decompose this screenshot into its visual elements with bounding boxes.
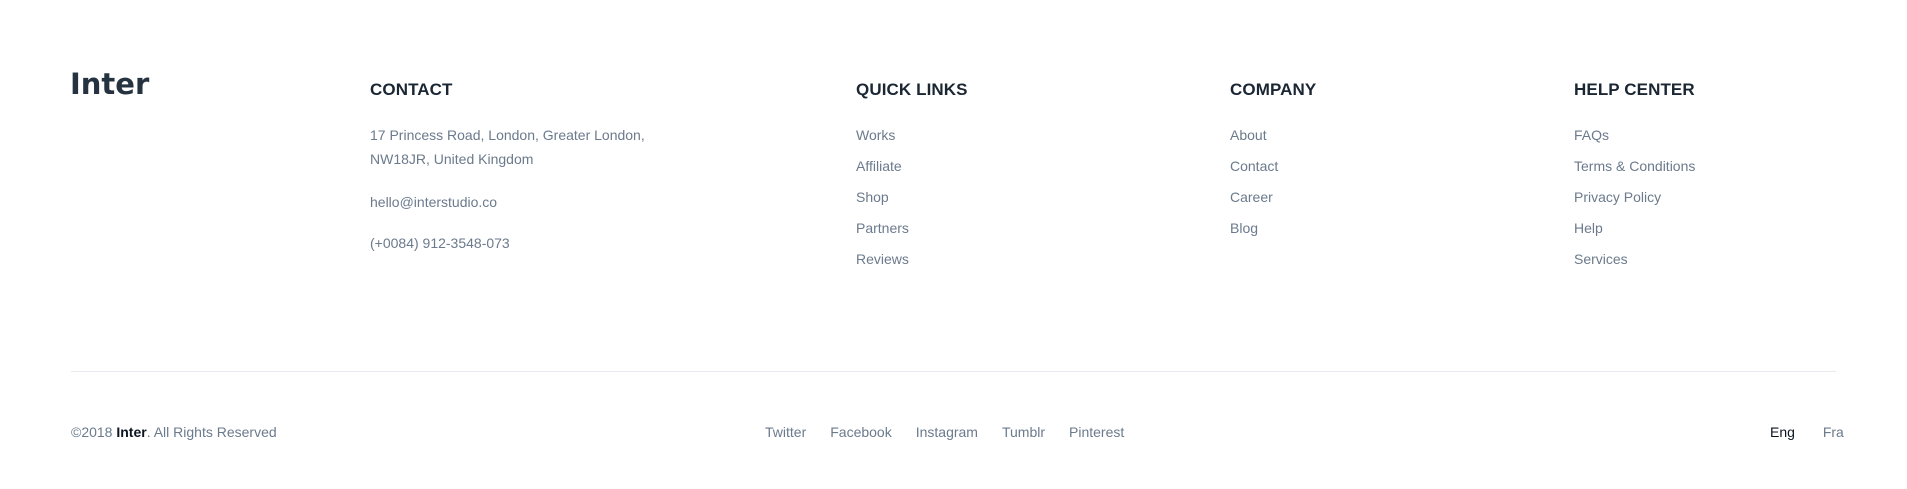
social-link-tumblr[interactable]: Tumblr <box>1002 424 1045 440</box>
quick-link-works[interactable]: Works <box>856 127 909 158</box>
address-line-1: 17 Princess Road, London, Greater London… <box>370 127 645 143</box>
help-center-heading: HELP CENTER <box>1574 80 1695 99</box>
company-links-list: About Contact Career Blog <box>1230 127 1278 251</box>
quick-link-affiliate[interactable]: Affiliate <box>856 158 909 189</box>
help-link-faqs[interactable]: FAQs <box>1574 127 1695 158</box>
company-heading: COMPANY <box>1230 80 1317 99</box>
help-center-links-list: FAQs Terms & Conditions Privacy Policy H… <box>1574 127 1695 282</box>
contact-email[interactable]: hello@interstudio.co <box>370 190 497 214</box>
company-link-blog[interactable]: Blog <box>1230 220 1278 251</box>
social-links: Twitter Facebook Instagram Tumblr Pinterest <box>765 424 1124 441</box>
address-line-2: NW18JR, United Kingdom <box>370 151 534 167</box>
help-center-column: HELP CENTER FAQs Terms & Conditions Priv… <box>1574 80 1695 267</box>
contact-column: CONTACT 17 Princess Road, London, Greate… <box>370 80 645 251</box>
company-link-contact[interactable]: Contact <box>1230 158 1278 189</box>
contact-phone[interactable]: (+0084) 912-3548-073 <box>370 231 510 255</box>
brand-logo[interactable]: Inter <box>70 70 149 99</box>
company-link-about[interactable]: About <box>1230 127 1278 158</box>
company-column: COMPANY About Contact Career Blog <box>1230 80 1317 236</box>
social-link-pinterest[interactable]: Pinterest <box>1069 424 1124 440</box>
help-link-terms[interactable]: Terms & Conditions <box>1574 158 1695 189</box>
help-link-help[interactable]: Help <box>1574 220 1695 251</box>
language-option-fra[interactable]: Fra <box>1823 424 1844 440</box>
quick-links-column: QUICK LINKS Works Affiliate Shop Partner… <box>856 80 968 267</box>
quick-link-shop[interactable]: Shop <box>856 189 909 220</box>
language-switcher: Eng Fra <box>1770 424 1844 441</box>
footer-divider <box>71 371 1836 372</box>
contact-heading: CONTACT <box>370 80 453 99</box>
help-link-privacy[interactable]: Privacy Policy <box>1574 189 1695 220</box>
help-link-services[interactable]: Services <box>1574 251 1695 282</box>
social-link-twitter[interactable]: Twitter <box>765 424 806 440</box>
language-option-eng[interactable]: Eng <box>1770 424 1795 440</box>
quick-links-list: Works Affiliate Shop Partners Reviews <box>856 127 909 282</box>
social-link-instagram[interactable]: Instagram <box>916 424 978 440</box>
copyright-text: ©2018 Inter. All Rights Reserved <box>71 424 277 440</box>
contact-address: 17 Princess Road, London, Greater London… <box>370 123 645 171</box>
social-link-facebook[interactable]: Facebook <box>830 424 891 440</box>
copyright-brand: Inter <box>116 424 147 440</box>
quick-links-heading: QUICK LINKS <box>856 80 968 99</box>
quick-link-partners[interactable]: Partners <box>856 220 909 251</box>
quick-link-reviews[interactable]: Reviews <box>856 251 909 282</box>
company-link-career[interactable]: Career <box>1230 189 1278 220</box>
